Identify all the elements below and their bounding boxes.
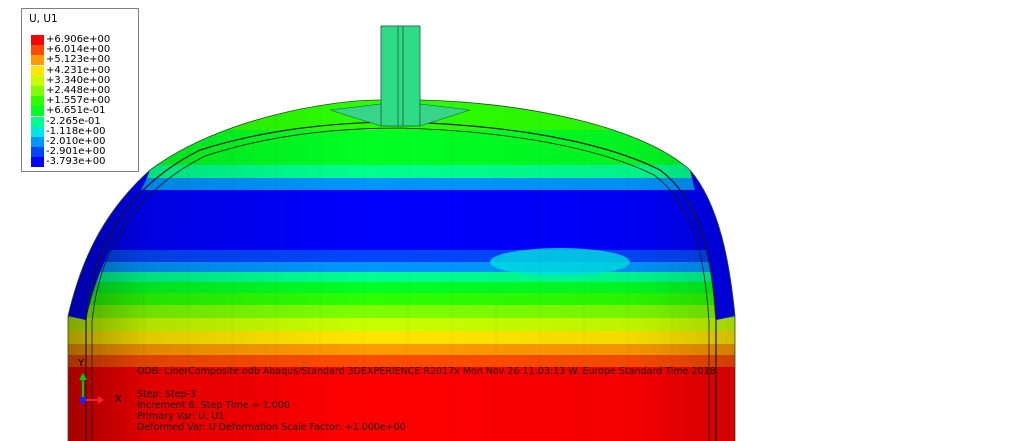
legend-swatch [31, 106, 44, 117]
triad-x-label: X [115, 394, 122, 405]
legend-title: U, U1 [29, 13, 58, 25]
abaqus-viewport[interactable]: U, U1 +6.906e+00 +6.014e+00 +5.123e+00 +4.2… [0, 0, 1024, 441]
triad-y-label: Y [78, 358, 85, 369]
primary-var-line: Primary Var: U, U1 [137, 411, 225, 422]
legend-swatch [31, 126, 44, 137]
nozzle [329, 25, 471, 127]
legend-swatch [31, 157, 44, 168]
legend-swatch [31, 116, 44, 127]
odb-info-line: ODB: LinerComposite.odb Abaqus/Standard … [137, 366, 716, 377]
increment-info-line: Increment 6: Step Time = 1.000 [137, 400, 290, 411]
legend-swatch [31, 65, 44, 76]
view-triad[interactable]: Y X [72, 356, 122, 406]
legend-swatch [31, 137, 44, 147]
legend-swatch [31, 86, 44, 96]
legend-swatch [31, 96, 44, 107]
contour-legend[interactable]: U, U1 +6.906e+00 +6.014e+00 +5.123e+00 +4.2… [21, 8, 139, 172]
deformed-var-line: Deformed Var: U Deformation Scale Factor… [137, 422, 406, 433]
step-info-line: Step: Step-3 [137, 389, 196, 400]
legend-swatch [31, 75, 44, 86]
legend-value-label: -3.793e+00 [46, 156, 106, 168]
legend-swatch [31, 35, 44, 45]
legend-swatch [31, 147, 44, 158]
legend-swatch [31, 45, 44, 56]
legend-entry: -3.793e+00 [31, 156, 135, 168]
legend-swatch [31, 55, 44, 66]
